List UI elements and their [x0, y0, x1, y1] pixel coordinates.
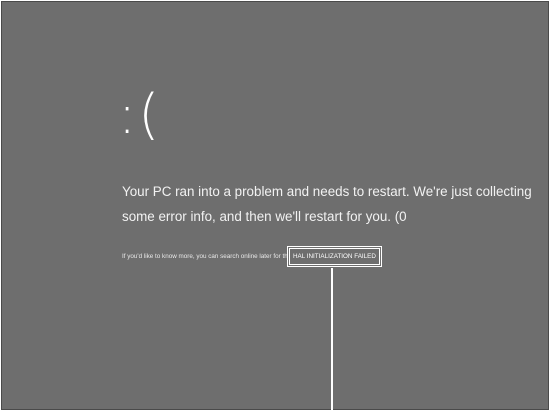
stop-code-highlight: HAL INITIALIZATION FAILED: [288, 247, 381, 266]
search-hint-text: If you'd like to know more, you can sear…: [122, 253, 310, 260]
sad-face-emoticon: :(: [118, 83, 162, 146]
bsod-screen: :( Your PC ran into a problem and needs …: [1, 1, 549, 410]
error-message: Your PC ran into a problem and needs to …: [122, 184, 532, 224]
callout-pointer-line: [331, 268, 333, 410]
